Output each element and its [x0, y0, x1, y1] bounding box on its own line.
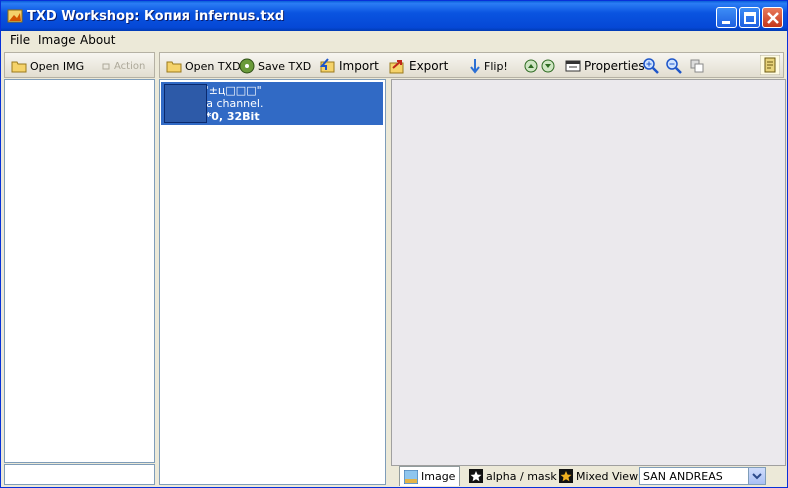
texture-thumbnail	[164, 84, 207, 123]
open-img-label: Open IMG	[30, 59, 85, 73]
minimize-icon	[722, 21, 730, 24]
properties-label: Properties	[584, 59, 645, 73]
close-icon	[767, 12, 779, 24]
settings-button[interactable]	[760, 55, 780, 75]
properties-button[interactable]: Properties	[565, 57, 645, 75]
maximize-icon	[744, 12, 756, 24]
img-file-list[interactable]	[4, 79, 155, 463]
up-circle-icon	[524, 59, 538, 73]
txd-toolbar: Open TXD Save TXD Import Export Flip! Pr…	[159, 52, 784, 78]
open-txd-button[interactable]: Open TXD	[166, 57, 241, 75]
tab-mixed-view-label: Mixed View	[576, 469, 639, 483]
move-down-button[interactable]	[541, 57, 555, 75]
notepad-icon	[760, 55, 780, 75]
tab-image[interactable]: Image	[399, 466, 461, 486]
import-icon	[319, 58, 335, 73]
mixed-star-icon	[559, 469, 573, 483]
save-txd-label: Save TXD	[258, 59, 312, 73]
flip-button[interactable]: Flip!	[469, 57, 508, 75]
tab-mixed-view[interactable]: Mixed View	[559, 466, 638, 486]
save-disc-icon	[239, 58, 255, 74]
zoom-out-icon	[666, 58, 682, 74]
export-icon	[389, 60, 404, 74]
fit-view-icon	[690, 59, 704, 73]
minimize-button[interactable]	[716, 7, 737, 28]
dropdown-button[interactable]	[748, 468, 765, 484]
tab-image-label: Image	[421, 470, 456, 483]
game-select-value: SAN ANDREAS	[643, 470, 723, 483]
menu-about[interactable]: About	[80, 33, 115, 47]
action-button[interactable]: Action	[101, 57, 145, 75]
action-label: Action	[114, 60, 146, 72]
game-select[interactable]: SAN ANDREAS	[639, 467, 766, 485]
import-button[interactable]: Import	[319, 57, 379, 75]
menu-bar: File Image About	[1, 31, 787, 50]
zoom-out-button[interactable]	[666, 57, 682, 75]
maximize-button[interactable]	[739, 7, 760, 28]
img-filter-input[interactable]	[4, 464, 155, 485]
open-img-button[interactable]: Open IMG	[11, 57, 84, 75]
title-bar[interactable]: TXD Workshop: Копия infernus.txd	[1, 1, 787, 31]
app-icon	[7, 9, 23, 23]
chevron-down-icon	[752, 473, 762, 480]
star-icon	[469, 469, 483, 483]
action-icon	[102, 63, 110, 70]
flip-label: Flip!	[484, 59, 508, 73]
list-item[interactable]: Name: "±ц□□□" No alpha channel. Size: 0*…	[161, 82, 383, 125]
app-window: TXD Workshop: Копия infernus.txd File Im…	[0, 0, 788, 488]
zoom-in-button[interactable]	[643, 57, 659, 75]
import-label: Import	[339, 59, 379, 73]
fit-view-button[interactable]	[690, 57, 704, 75]
export-button[interactable]: Export	[389, 57, 448, 75]
move-up-button[interactable]	[524, 57, 538, 75]
folder-icon	[166, 61, 182, 73]
zoom-in-icon	[643, 58, 659, 74]
properties-icon	[565, 60, 581, 72]
img-toolbar: Open IMG Action	[4, 52, 155, 78]
tab-alpha-mask-label: alpha / mask	[486, 469, 557, 483]
menu-image[interactable]: Image	[38, 33, 76, 47]
image-preview[interactable]	[391, 79, 786, 466]
menu-file[interactable]: File	[10, 33, 30, 47]
down-circle-icon	[541, 59, 555, 73]
window-title: TXD Workshop: Копия infernus.txd	[27, 9, 285, 24]
close-button[interactable]	[762, 7, 783, 28]
texture-list[interactable]	[159, 79, 386, 485]
picture-icon	[404, 469, 418, 484]
save-txd-button[interactable]: Save TXD	[239, 57, 311, 75]
tab-alpha-mask[interactable]: alpha / mask	[469, 466, 557, 486]
arrow-down-icon	[470, 59, 480, 74]
open-txd-label: Open TXD	[185, 59, 241, 73]
export-label: Export	[409, 59, 449, 73]
folder-icon	[11, 61, 27, 73]
